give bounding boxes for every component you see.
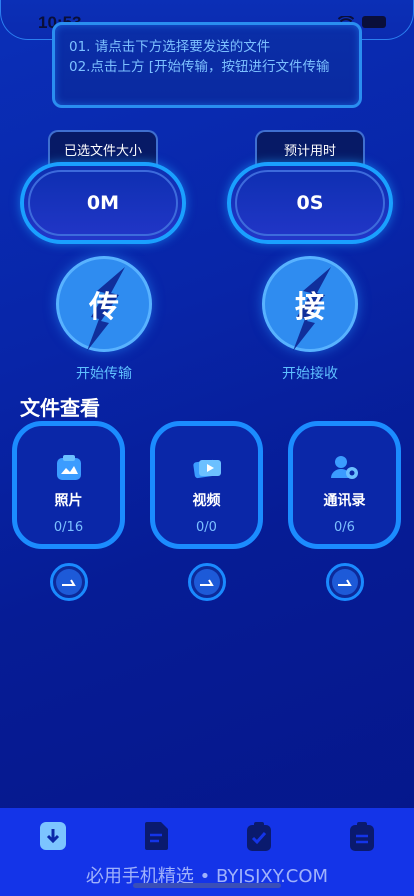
contacts-icon: [330, 456, 358, 479]
instruction-line-1: 01. 请点击下方选择要发送的文件: [69, 39, 271, 55]
estimated-time-label: 预计用时: [255, 130, 365, 166]
contacts-card-label: 通讯录: [323, 493, 366, 509]
videos-card-count: 0/0: [196, 520, 217, 535]
battery-icon: [362, 16, 386, 28]
transfer-glyph: 传: [89, 290, 119, 325]
contacts-card[interactable]: 通讯录 0/6: [288, 421, 401, 549]
contacts-select-toggle[interactable]: [326, 563, 364, 601]
start-transfer-label[interactable]: 开始传输: [44, 363, 164, 383]
estimated-time-value: 0S: [235, 170, 385, 236]
photos-card-count: 0/16: [53, 520, 84, 535]
video-icon: [192, 459, 221, 479]
videos-card[interactable]: 视频 0/0: [150, 421, 263, 549]
download-doc-icon: [40, 822, 66, 850]
photos-card[interactable]: 照片 0/16: [12, 421, 125, 549]
contacts-card-count: 0/6: [334, 520, 355, 535]
tab-documents[interactable]: [141, 820, 171, 852]
home-indicator: [133, 883, 281, 888]
photos-card-label: 照片: [54, 493, 83, 509]
arrow-right-icon: [200, 579, 214, 586]
estimated-time-display: 0S: [227, 162, 393, 244]
start-receive-label[interactable]: 开始接收: [250, 363, 370, 383]
selected-size-value: 0M: [28, 170, 178, 236]
arrow-right-icon: [338, 579, 352, 586]
selected-size-display: 0M: [20, 162, 186, 244]
clipboard-check-icon: [247, 822, 271, 851]
clipboard-list-icon: [350, 822, 374, 851]
start-receive-button[interactable]: 接: [262, 256, 358, 352]
videos-card-label: 视频: [192, 493, 221, 509]
tab-tasks[interactable]: [244, 820, 274, 852]
instruction-line-2: 02.点击上方 [开始传输，按钮进行文件传输: [69, 59, 330, 75]
receive-glyph: 接: [295, 290, 325, 325]
tab-transfer[interactable]: [38, 820, 68, 852]
selected-size-label: 已选文件大小: [48, 130, 158, 166]
arrow-right-icon: [62, 579, 76, 586]
file-view-title: 文件查看: [20, 396, 100, 420]
videos-select-toggle[interactable]: [188, 563, 226, 601]
tab-records[interactable]: [347, 820, 377, 852]
photos-select-toggle[interactable]: [50, 563, 88, 601]
instructions-panel: 01. 请点击下方选择要发送的文件 02.点击上方 [开始传输，按钮进行文件传输: [52, 22, 362, 108]
start-transfer-button[interactable]: 传: [56, 256, 152, 352]
document-icon: [145, 822, 168, 850]
photo-icon: [56, 455, 81, 480]
